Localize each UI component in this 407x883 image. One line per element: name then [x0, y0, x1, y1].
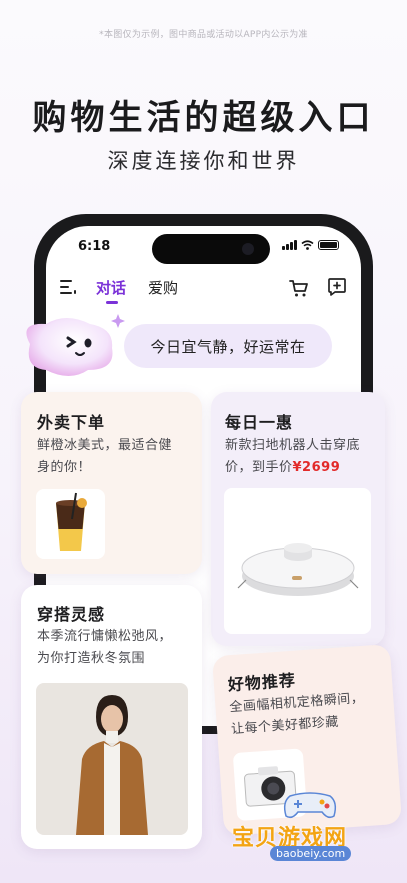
status-icons — [282, 240, 339, 250]
robot-vacuum-image — [224, 488, 371, 634]
tab-chat[interactable]: 对话 — [96, 277, 126, 304]
wifi-icon — [301, 240, 314, 250]
cart-icon[interactable] — [289, 278, 309, 298]
dynamic-island — [152, 234, 270, 264]
add-chat-icon[interactable] — [327, 277, 347, 297]
app-bar: 对话 爱购 — [46, 272, 361, 304]
card-text: 本季流行慵懒松弛风， — [37, 629, 173, 644]
status-time: 6:18 — [78, 239, 111, 254]
card-text: 新款扫地机器人击穿底 — [225, 438, 361, 453]
headline: 购物生活的超级入口 — [32, 98, 375, 138]
outfit-photo — [36, 683, 188, 835]
card-title: 好物推荐 — [227, 670, 297, 695]
subhead: 深度连接你和世界 — [107, 149, 300, 173]
camera-icon — [242, 243, 254, 255]
card-text: 价，到手价¥2699 — [225, 457, 340, 479]
iced-coffee-icon — [56, 492, 87, 551]
card-title: 穿搭灵感 — [37, 605, 106, 624]
card-text: 鲜橙冰美式，最适合健 — [37, 438, 173, 453]
card-text: 身的你！ — [37, 460, 92, 475]
menu-icon[interactable] — [60, 280, 76, 294]
signal-icon — [282, 240, 297, 250]
gamepad-icon — [283, 792, 337, 819]
drink-image — [36, 489, 105, 559]
card-daily-deal[interactable]: 每日一惠 新款扫地机器人击穿底 价，到手价¥2699 — [211, 392, 385, 646]
card-outfit-inspiration[interactable]: 穿搭灵感 本季流行慵懒松弛风， 为你打造秋冬氛围 — [21, 585, 202, 849]
mascot-icon — [26, 314, 125, 376]
greeting-bubble[interactable]: 今日宜气静，好运常在 — [124, 324, 332, 368]
watermark: 宝贝游戏网 baobeiy.com — [226, 788, 396, 868]
card-text: 为你打造秋冬氛围 — [37, 651, 146, 666]
battery-icon — [318, 240, 339, 250]
card-food-order[interactable]: 外卖下单 鲜橙冰美式，最适合健 身的你！ — [21, 392, 202, 574]
price-prefix: 价，到手价 — [225, 460, 293, 475]
model-photo-icon — [76, 695, 148, 835]
deal-price: ¥2699 — [292, 460, 341, 475]
card-title: 每日一惠 — [225, 413, 294, 432]
robot-vacuum-icon — [237, 543, 359, 596]
watermark-url: baobeiy.com — [270, 846, 352, 861]
card-title: 外卖下单 — [37, 413, 106, 432]
disclaimer: *本图仅为示例，图中商品或活动以APP内公示为准 — [99, 30, 308, 40]
tab-shop[interactable]: 爱购 — [148, 277, 178, 298]
